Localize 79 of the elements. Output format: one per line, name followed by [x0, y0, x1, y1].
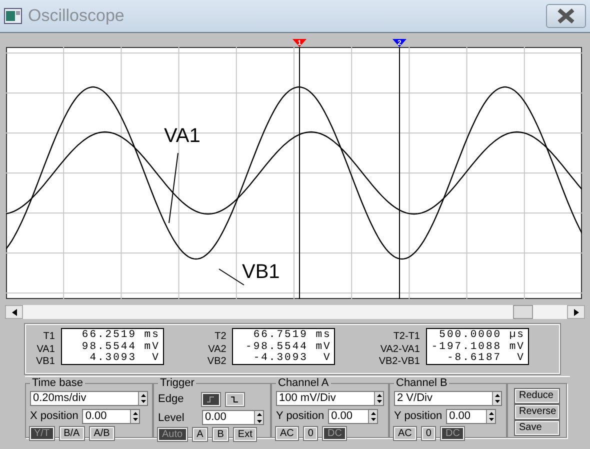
readout-label: VA2	[208, 344, 226, 356]
readout-label: VA2-VA1	[380, 344, 420, 356]
coupling-button[interactable]: AC	[276, 426, 298, 440]
field-label: Level	[158, 410, 186, 426]
down-arrow-icon[interactable]	[494, 400, 500, 404]
group-title: Time base	[30, 377, 85, 389]
coupling-button[interactable]: DC	[441, 426, 464, 440]
scroll-right-button[interactable]	[567, 305, 585, 319]
mode-button[interactable]: B/A	[60, 426, 84, 440]
edge-icon	[230, 394, 240, 404]
spin-field[interactable]: 0.00	[328, 408, 378, 424]
readout-label: VB1	[36, 356, 55, 368]
up-arrow-icon[interactable]	[256, 413, 262, 416]
action-button[interactable]: Save	[515, 421, 559, 435]
down-arrow-icon[interactable]	[140, 400, 146, 404]
coupling-button[interactable]: AC	[394, 426, 416, 440]
down-arrow-icon[interactable]	[132, 418, 138, 421]
readout-label: VB2	[207, 356, 226, 368]
edge-button[interactable]	[226, 392, 244, 406]
readout-value: -98.5544 mV	[246, 342, 332, 353]
up-arrow-icon[interactable]	[488, 412, 494, 414]
readout-label: T1	[43, 331, 55, 344]
left-arrow-icon	[12, 308, 16, 316]
field-label: Y position	[276, 409, 324, 424]
source-button[interactable]: A	[192, 428, 208, 441]
source-button[interactable]: Ext	[234, 428, 256, 441]
edge-icon	[206, 394, 216, 404]
spin-field[interactable]: 2 V/Div	[394, 391, 502, 406]
readout-label: T2	[214, 331, 226, 344]
mode-button[interactable]: A/B	[90, 426, 114, 440]
coupling-button[interactable]: 0	[422, 426, 436, 440]
up-arrow-icon[interactable]	[494, 394, 500, 397]
group-title: Trigger	[158, 377, 196, 389]
scrollbar-thumb[interactable]	[513, 305, 533, 319]
spin-field[interactable]: 0.00	[446, 408, 496, 424]
readout-value: 98.5544 mV	[82, 342, 160, 353]
readout-value: -197.1088 mV	[431, 342, 525, 353]
window-title: Oscilloscope	[28, 5, 124, 28]
readout-value: -4.3093 V	[253, 353, 332, 364]
readout-value: 500.0000 µs	[439, 330, 525, 342]
trace-label: VA1	[164, 125, 200, 147]
close-icon	[557, 8, 575, 24]
spin-field[interactable]: 0.20ms/div	[30, 391, 148, 406]
field-label: X position	[30, 409, 78, 424]
readout-value: 66.2519 ms	[82, 330, 160, 342]
trace-label: VB1	[242, 261, 280, 283]
action-button[interactable]: Reverse	[515, 405, 559, 419]
group-title: Channel A	[276, 377, 331, 389]
coupling-button[interactable]: DC	[323, 426, 346, 440]
readout-label: VB2-VB1	[378, 356, 420, 368]
group-title: Channel B	[394, 377, 450, 389]
app-icon	[4, 8, 22, 24]
up-arrow-icon[interactable]	[132, 412, 138, 414]
up-arrow-icon[interactable]	[370, 412, 376, 414]
down-arrow-icon[interactable]	[376, 400, 382, 404]
edge-button[interactable]	[202, 392, 220, 406]
scroll-left-button[interactable]	[5, 305, 23, 319]
readout-label: T2-T1	[393, 331, 420, 344]
right-arrow-icon	[574, 308, 578, 316]
readout-value: 4.3093 V	[90, 353, 160, 364]
mode-button[interactable]: Y/T	[30, 426, 54, 440]
close-button[interactable]	[546, 4, 586, 28]
coupling-button[interactable]: 0	[304, 426, 318, 440]
readout-label: VA1	[36, 344, 55, 356]
up-arrow-icon[interactable]	[376, 394, 382, 397]
source-button[interactable]: B	[213, 428, 228, 441]
field-label: Edge	[158, 392, 185, 407]
down-arrow-icon[interactable]	[488, 418, 494, 421]
action-button[interactable]: Reduce	[515, 389, 559, 403]
readout-value: 66.7519 ms	[253, 330, 332, 342]
spin-field[interactable]: 0.00	[202, 410, 264, 426]
source-button[interactable]: Auto	[158, 428, 187, 441]
up-arrow-icon[interactable]	[140, 394, 146, 397]
down-arrow-icon[interactable]	[256, 420, 262, 422]
spin-field[interactable]: 0.00	[82, 408, 140, 424]
readout-value: -8.6187 V	[446, 353, 525, 364]
down-arrow-icon[interactable]	[370, 418, 376, 421]
field-label: Y position	[394, 409, 442, 424]
spin-field[interactable]: 100 mV/Div	[276, 391, 384, 406]
